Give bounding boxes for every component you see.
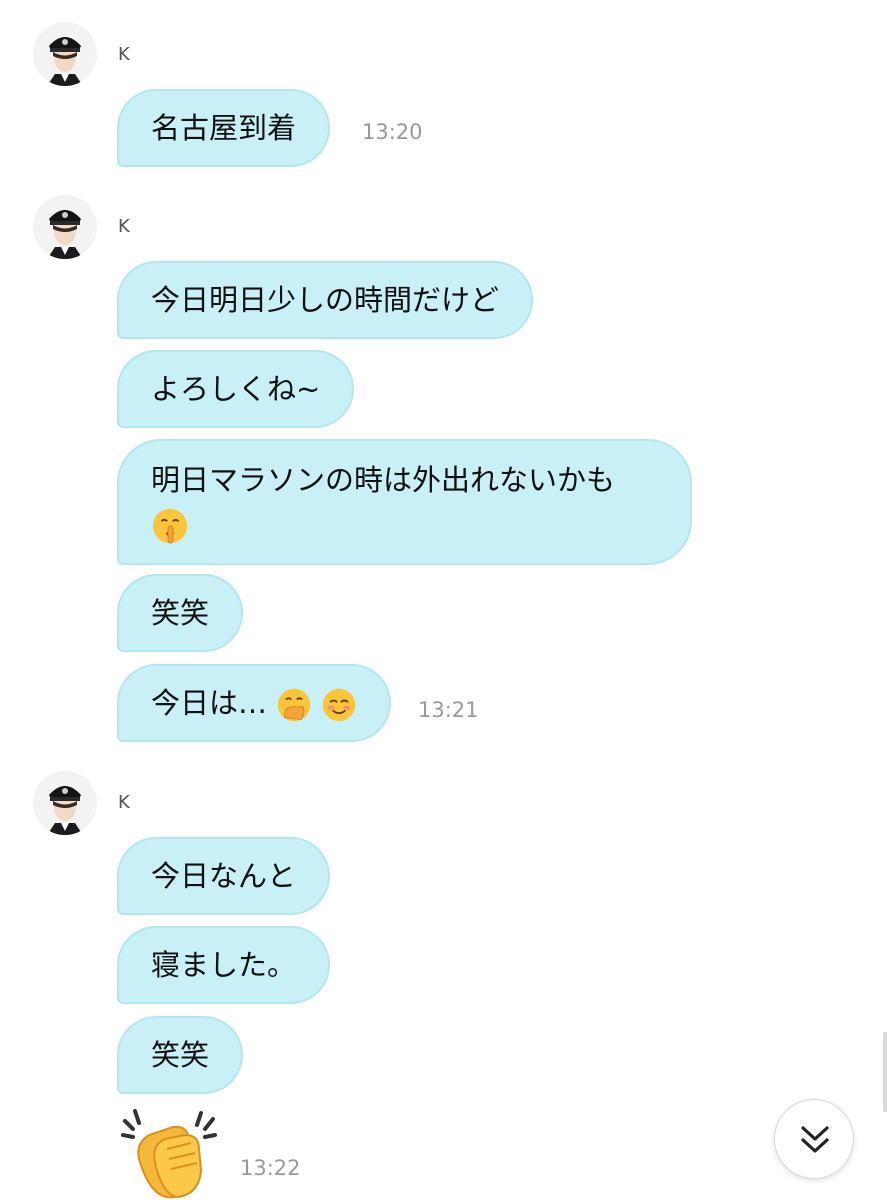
- hand-over-mouth-emoji: [278, 688, 311, 722]
- message-text: 今日なんと: [151, 859, 297, 893]
- message-bubble[interactable]: 明日マラソンの時は外出れないかも: [117, 439, 692, 565]
- avatar[interactable]: [33, 22, 97, 86]
- sender-name: K: [118, 792, 130, 813]
- message-text: 笑笑: [151, 596, 210, 630]
- shushing-face-emoji: [152, 508, 188, 544]
- message-timestamp: 13:21: [418, 698, 479, 722]
- scroll-to-bottom-button[interactable]: [774, 1099, 854, 1179]
- avatar-portrait-icon: [33, 195, 97, 259]
- sender-name: K: [118, 216, 130, 237]
- message-bubble[interactable]: 今日は…: [117, 664, 392, 742]
- message-bubble[interactable]: 笑笑: [117, 574, 244, 652]
- message-bubble[interactable]: 笑笑: [117, 1016, 244, 1094]
- message-text: 今日明日少しの時間だけど: [151, 283, 500, 317]
- message-bubble[interactable]: 今日なんと: [117, 837, 331, 915]
- message-bubble[interactable]: 名古屋到着: [117, 89, 331, 167]
- smiling-face-emoji: [323, 688, 356, 722]
- avatar[interactable]: [33, 195, 97, 259]
- clapping-hands-emoji[interactable]: [115, 1105, 225, 1200]
- chat-view: K 名古屋到着 13:20 K 今日明日少しの時間だけど よろしくね~ 明日マラ…: [0, 0, 890, 1200]
- avatar-portrait-icon: [33, 22, 97, 86]
- message-bubble[interactable]: 寝ました。: [117, 926, 331, 1004]
- message-timestamp: 13:22: [240, 1156, 301, 1180]
- message-text: 明日マラソンの時は外出れないかも: [151, 463, 616, 497]
- avatar[interactable]: [33, 771, 97, 835]
- sender-name: K: [118, 44, 130, 65]
- double-chevron-down-icon: [801, 1126, 829, 1153]
- avatar-portrait-icon: [33, 771, 97, 835]
- message-text: よろしくね~: [151, 372, 321, 406]
- message-text: 寝ました。: [151, 948, 297, 982]
- message-text: 名古屋到着: [151, 111, 297, 145]
- message-bubble[interactable]: よろしくね~: [117, 350, 355, 428]
- message-text: 今日は…: [151, 686, 268, 720]
- message-timestamp: 13:20: [362, 120, 423, 144]
- scrollbar[interactable]: [883, 1032, 887, 1112]
- message-bubble[interactable]: 今日明日少しの時間だけど: [117, 261, 534, 339]
- message-text: 笑笑: [151, 1038, 210, 1072]
